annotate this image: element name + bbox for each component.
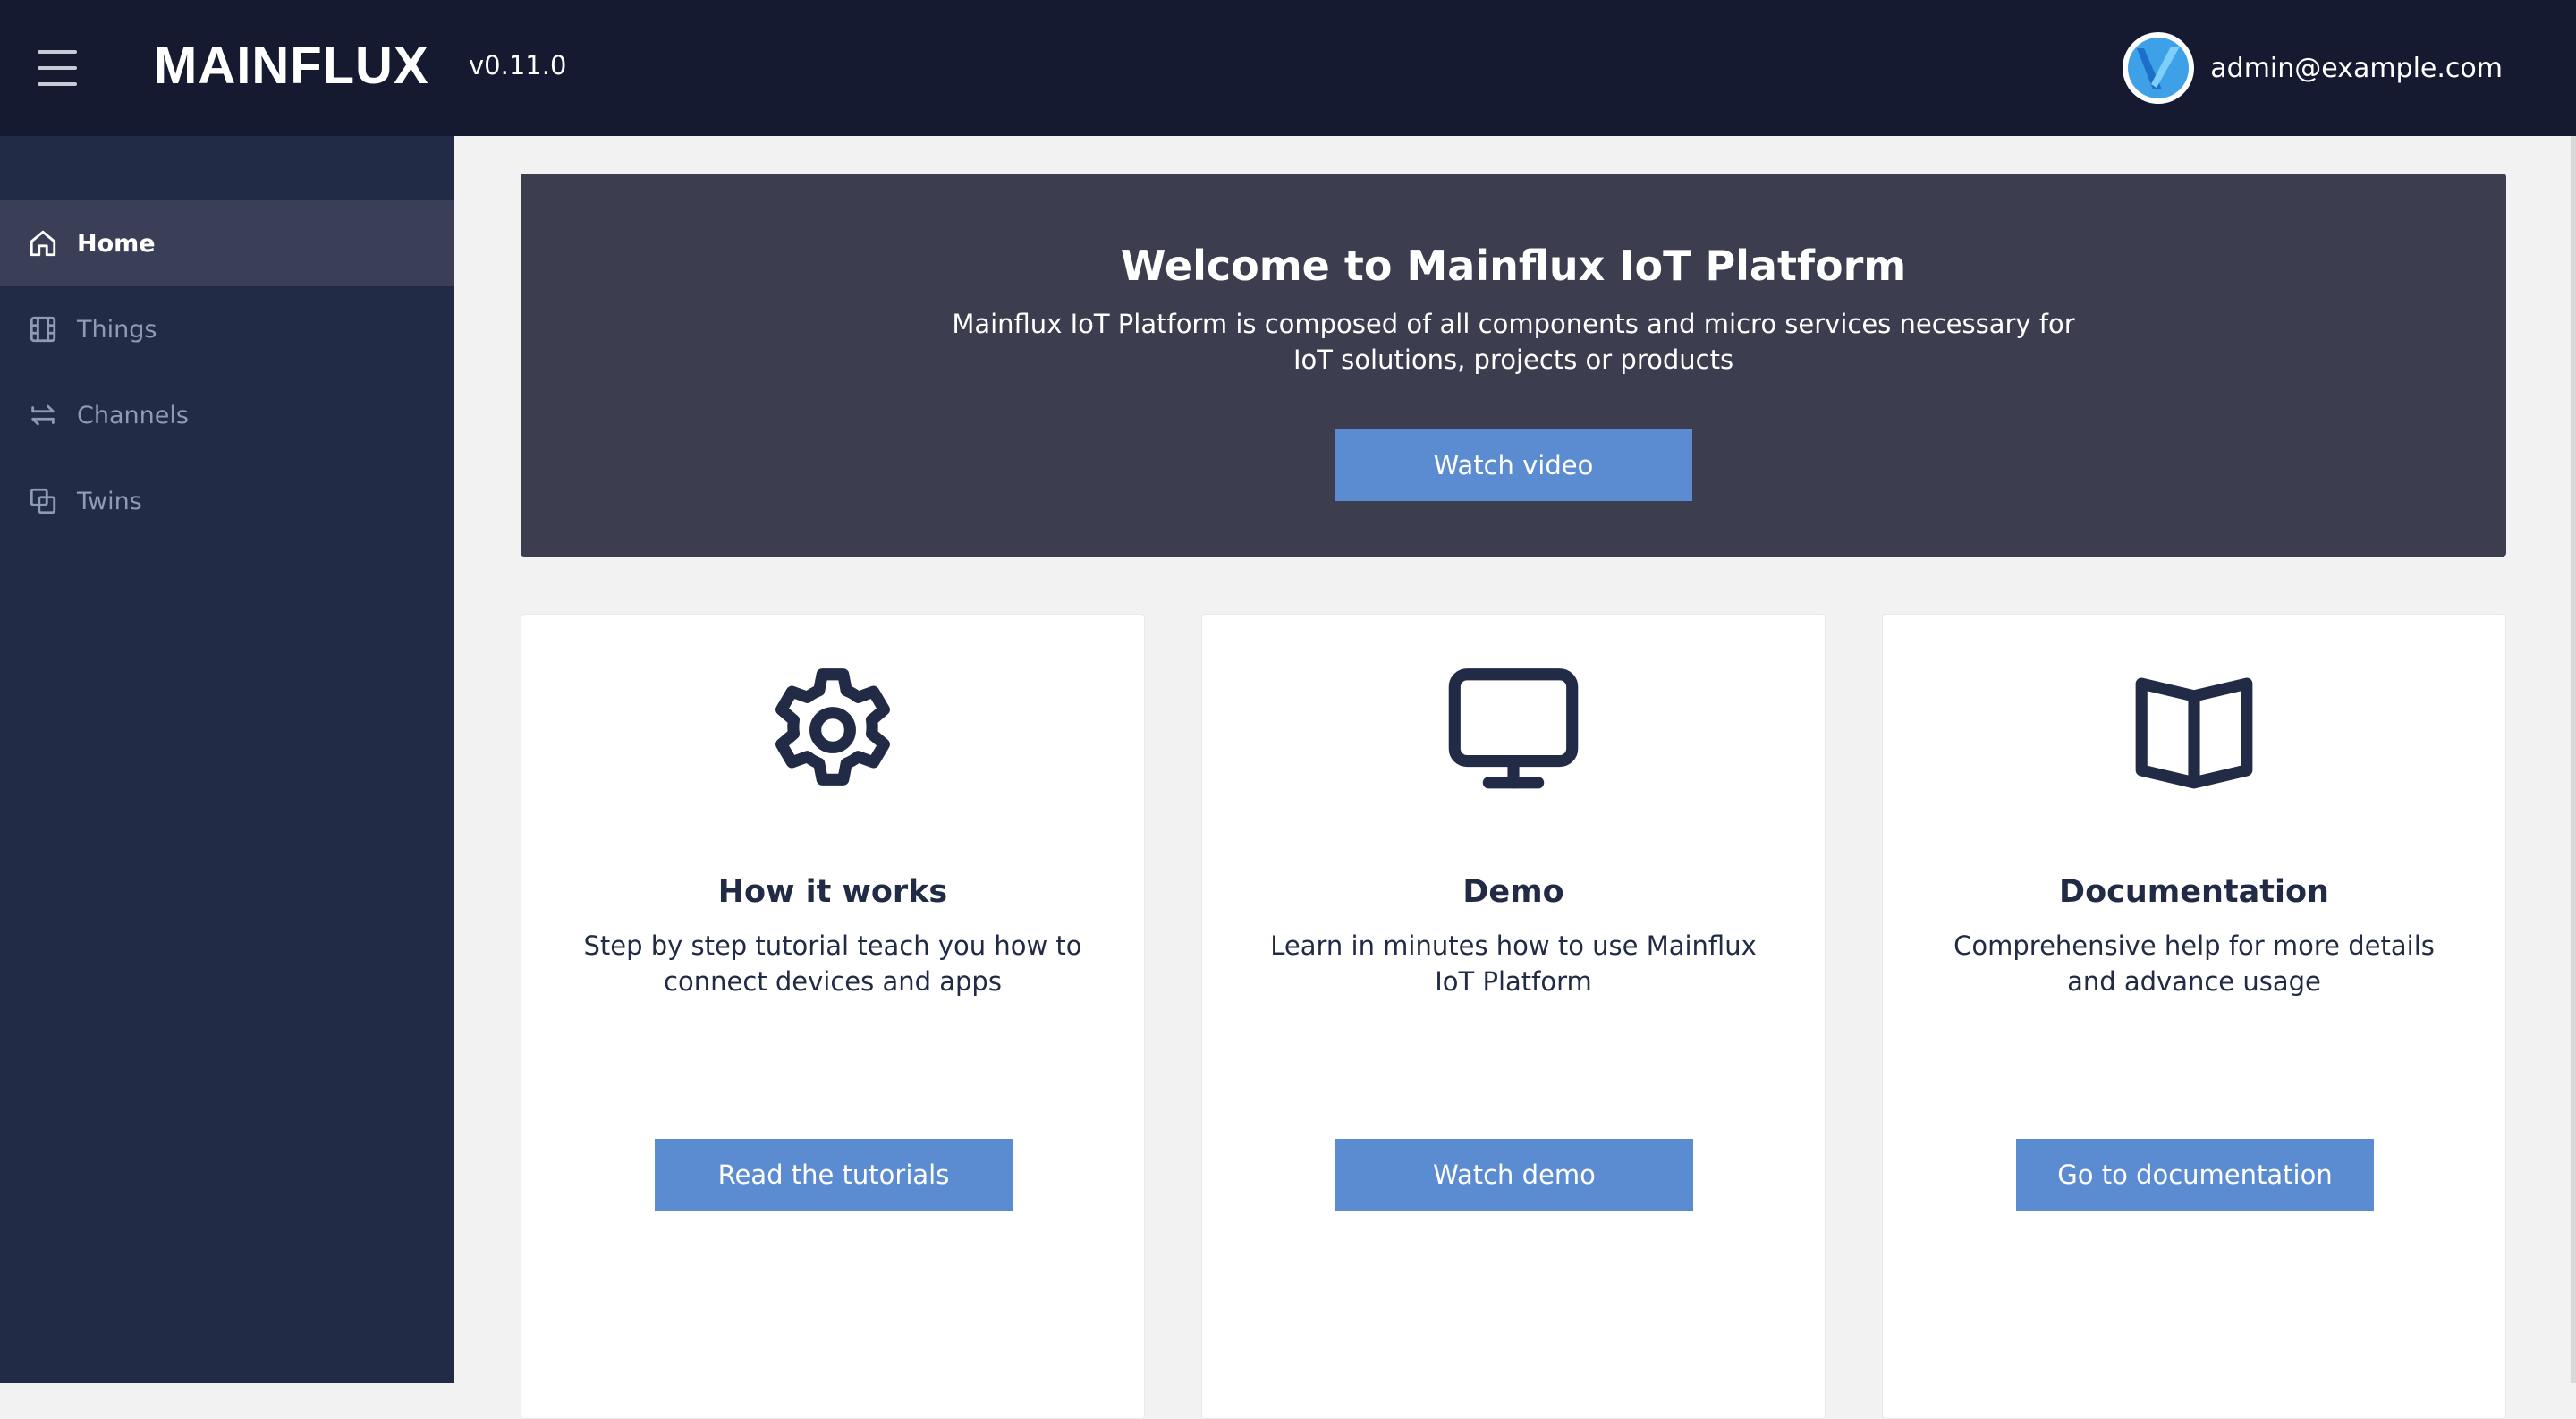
card-icon-area bbox=[521, 615, 1144, 845]
sidebar-item-label: Home bbox=[77, 229, 156, 258]
user-avatar-icon bbox=[2123, 32, 2195, 104]
card-description: Comprehensive help for more details and … bbox=[1953, 930, 2435, 997]
card-description: Step by step tutorial teach you how to c… bbox=[583, 930, 1082, 997]
card-icon-area bbox=[1883, 615, 2505, 845]
app-version: v0.11.0 bbox=[469, 50, 567, 81]
top-header: MAINFLUX v0.11.0 admin@example.com bbox=[0, 0, 2576, 136]
main-content: Welcome to Mainflux IoT Platform Mainflu… bbox=[454, 136, 2576, 1419]
film-icon bbox=[27, 313, 59, 345]
sidebar-item-things[interactable]: Things bbox=[0, 286, 454, 372]
card-title: How it works bbox=[717, 874, 948, 910]
sidebar-item-twins[interactable]: Twins bbox=[0, 458, 454, 544]
card-how-it-works: How it works Step by step tutorial teach… bbox=[521, 614, 1145, 1419]
sidebar: Home Things Channels Twins bbox=[0, 136, 454, 1383]
user-menu[interactable]: admin@example.com bbox=[2123, 32, 2503, 104]
sidebar-item-channels[interactable]: Channels bbox=[0, 372, 454, 458]
card-documentation: Documentation Comprehensive help for mor… bbox=[1882, 614, 2506, 1419]
sidebar-item-home[interactable]: Home bbox=[0, 200, 454, 286]
welcome-description: Mainflux IoT Platform is composed of all… bbox=[952, 309, 2075, 375]
sidebar-item-label: Channels bbox=[77, 401, 189, 429]
gear-icon bbox=[775, 667, 890, 786]
go-to-documentation-button[interactable]: Go to documentation bbox=[2016, 1139, 2374, 1211]
card-description: Learn in minutes how to use Mainflux IoT… bbox=[1270, 930, 1757, 997]
swap-icon bbox=[27, 399, 59, 431]
monitor-icon bbox=[1448, 667, 1579, 788]
sidebar-item-label: Twins bbox=[77, 487, 142, 515]
home-icon bbox=[27, 227, 59, 259]
menu-bar bbox=[38, 66, 77, 70]
sidebar-item-label: Things bbox=[77, 315, 157, 344]
welcome-title: Welcome to Mainflux IoT Platform bbox=[1120, 242, 1907, 290]
hamburger-menu-icon[interactable] bbox=[34, 50, 80, 86]
read-tutorials-button[interactable]: Read the tutorials bbox=[655, 1139, 1013, 1211]
welcome-banner: Welcome to Mainflux IoT Platform Mainflu… bbox=[521, 174, 2506, 557]
copy-icon bbox=[27, 485, 59, 517]
card-demo: Demo Learn in minutes how to use Mainflu… bbox=[1201, 614, 1826, 1419]
menu-bar bbox=[38, 50, 77, 54]
card-icon-area bbox=[1202, 615, 1825, 845]
user-email: admin@example.com bbox=[2210, 52, 2503, 84]
book-icon bbox=[2135, 677, 2253, 788]
page-scrollbar[interactable] bbox=[2571, 136, 2576, 1383]
menu-bar bbox=[38, 82, 77, 86]
watch-video-button[interactable]: Watch video bbox=[1335, 429, 1692, 501]
card-title: Documentation bbox=[2059, 874, 2329, 910]
watch-demo-button[interactable]: Watch demo bbox=[1335, 1139, 1693, 1211]
app-logo[interactable]: MAINFLUX bbox=[154, 36, 429, 96]
card-title: Demo bbox=[1462, 874, 1564, 910]
